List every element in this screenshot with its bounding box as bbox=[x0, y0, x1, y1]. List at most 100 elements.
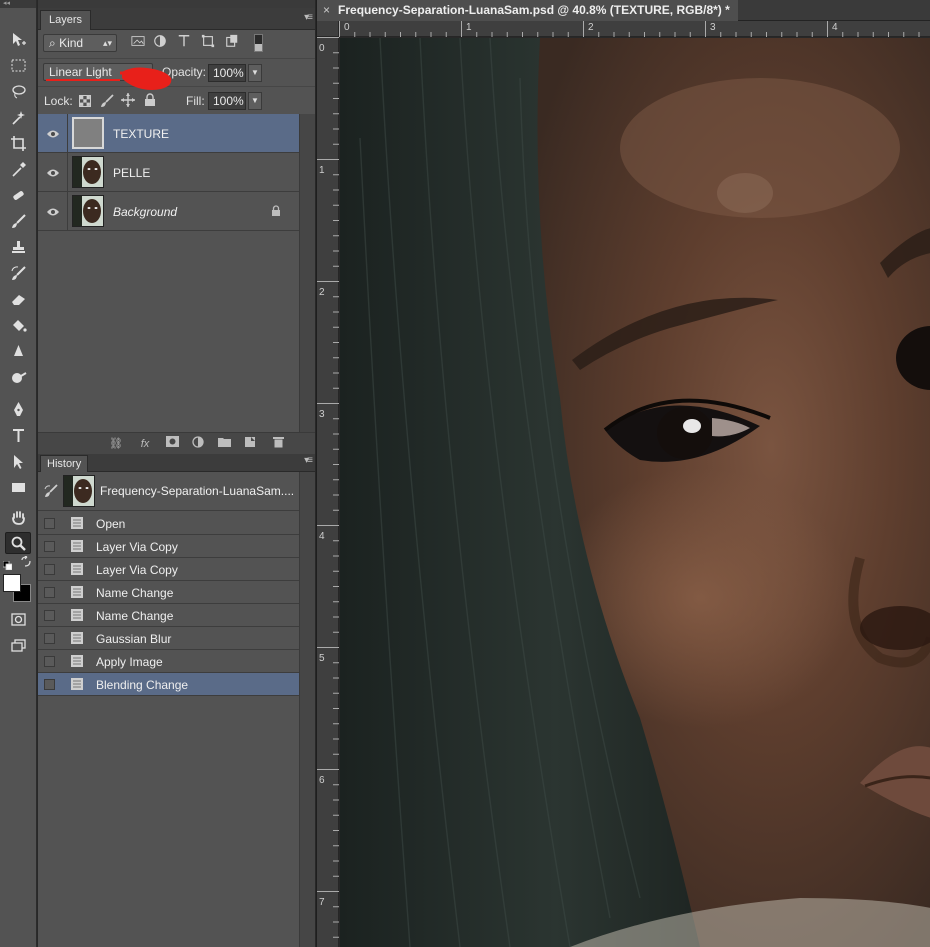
shape-tool-icon[interactable] bbox=[5, 476, 31, 498]
smart-object-filter-icon[interactable] bbox=[224, 34, 240, 50]
history-item-label: Open bbox=[96, 517, 126, 531]
history-brush-source-icon[interactable] bbox=[44, 484, 58, 501]
ruler-corner[interactable] bbox=[317, 21, 339, 37]
history-item[interactable]: Apply Image bbox=[38, 650, 299, 673]
link-layers-icon[interactable]: ⛓ bbox=[108, 436, 124, 452]
chevron-updown-icon: ▴▾ bbox=[102, 38, 112, 48]
quick-mask-icon[interactable] bbox=[5, 608, 31, 630]
clone-stamp-tool-icon[interactable] bbox=[5, 236, 31, 258]
close-icon[interactable]: × bbox=[323, 3, 330, 17]
ruler-label: 1 bbox=[319, 165, 325, 176]
vertical-ruler[interactable]: 0 1 2 3 4 5 6 7 bbox=[317, 37, 339, 947]
document-state-icon bbox=[70, 631, 84, 648]
trash-icon[interactable] bbox=[270, 436, 286, 452]
history-source-checkbox[interactable] bbox=[44, 564, 55, 575]
layer-thumbnail bbox=[72, 156, 104, 188]
document-tab[interactable]: × Frequency-Separation-LuanaSam.psd @ 40.… bbox=[317, 0, 738, 21]
screen-mode-icon[interactable] bbox=[5, 634, 31, 656]
eye-icon[interactable] bbox=[38, 153, 68, 192]
panel-dock-bar[interactable] bbox=[38, 0, 315, 8]
default-colors-icon[interactable] bbox=[2, 559, 13, 571]
swap-colors-icon[interactable] bbox=[20, 555, 32, 568]
eraser-tool-icon[interactable] bbox=[5, 288, 31, 310]
history-item[interactable]: Name Change bbox=[38, 604, 299, 627]
quick-select-tool-icon[interactable] bbox=[5, 106, 31, 128]
new-group-icon[interactable] bbox=[216, 436, 232, 452]
history-source-checkbox[interactable] bbox=[44, 679, 55, 690]
history-source-checkbox[interactable] bbox=[44, 610, 55, 621]
panel-menu-icon[interactable]: ▾≡ bbox=[304, 455, 313, 466]
history-scrollbar[interactable] bbox=[299, 472, 315, 947]
lock-transparent-icon[interactable] bbox=[79, 95, 91, 107]
opacity-input[interactable]: 100% bbox=[208, 64, 246, 82]
layer-name: Background bbox=[113, 205, 178, 219]
tab-history[interactable]: History bbox=[40, 455, 89, 472]
history-item[interactable]: Open bbox=[38, 512, 299, 535]
brush-tool-icon[interactable] bbox=[5, 210, 31, 232]
layer-row-texture[interactable]: TEXTURE bbox=[38, 114, 299, 153]
horizontal-ruler[interactable]: 0 1 2 3 4 bbox=[339, 21, 930, 37]
pen-tool-icon[interactable] bbox=[5, 398, 31, 420]
layers-scrollbar[interactable] bbox=[299, 114, 315, 432]
hand-tool-icon[interactable] bbox=[5, 506, 31, 528]
lock-position-icon[interactable] bbox=[121, 93, 135, 107]
type-filter-icon[interactable] bbox=[176, 34, 192, 50]
eye-icon[interactable] bbox=[38, 114, 68, 153]
paint-bucket-tool-icon[interactable] bbox=[5, 314, 31, 336]
spot-heal-tool-icon[interactable] bbox=[5, 184, 31, 206]
move-tool-icon[interactable] bbox=[5, 28, 31, 50]
filter-toggle-switch[interactable] bbox=[254, 34, 263, 52]
document-state-icon bbox=[70, 654, 84, 671]
lasso-tool-icon[interactable] bbox=[5, 80, 31, 102]
ruler-label: 3 bbox=[319, 409, 325, 420]
filter-kind-dropdown[interactable]: ⌕ Kind ▴▾ bbox=[43, 34, 117, 52]
shape-filter-icon[interactable] bbox=[200, 34, 216, 50]
history-item-selected[interactable]: Blending Change bbox=[38, 673, 299, 696]
pixel-filter-icon[interactable] bbox=[130, 34, 146, 50]
lock-pixels-icon[interactable] bbox=[100, 94, 114, 108]
history-source-checkbox[interactable] bbox=[44, 587, 55, 598]
history-item[interactable]: Layer Via Copy bbox=[38, 535, 299, 558]
fill-slider-arrow[interactable]: ▼ bbox=[248, 92, 262, 110]
lock-all-icon[interactable] bbox=[144, 93, 156, 107]
history-item[interactable]: Layer Via Copy bbox=[38, 558, 299, 581]
layer-mask-icon[interactable] bbox=[164, 436, 180, 452]
document-state-icon bbox=[70, 585, 84, 602]
history-item[interactable]: Gaussian Blur bbox=[38, 627, 299, 650]
tab-layers[interactable]: Layers bbox=[40, 10, 92, 30]
toolbar-grip[interactable]: ◂◂ bbox=[0, 0, 36, 8]
fx-icon[interactable]: fx bbox=[137, 436, 153, 452]
fill-input[interactable]: 100% bbox=[208, 92, 246, 110]
crop-tool-icon[interactable] bbox=[5, 132, 31, 154]
path-select-tool-icon[interactable] bbox=[5, 450, 31, 472]
history-brush-tool-icon[interactable] bbox=[5, 262, 31, 284]
history-item-label: Name Change bbox=[96, 586, 174, 600]
image-canvas[interactable] bbox=[340, 38, 930, 947]
history-source-checkbox[interactable] bbox=[44, 633, 55, 644]
panel-menu-icon[interactable]: ▾≡ bbox=[304, 12, 313, 23]
blur-tool-icon[interactable] bbox=[5, 340, 31, 362]
adjustment-filter-icon[interactable] bbox=[152, 34, 168, 50]
dodge-tool-icon[interactable] bbox=[5, 366, 31, 388]
history-item[interactable]: Name Change bbox=[38, 581, 299, 604]
layer-row-background[interactable]: Background bbox=[38, 192, 299, 231]
layers-tab-bar: Layers ▾≡ bbox=[38, 8, 315, 30]
history-source-checkbox[interactable] bbox=[44, 541, 55, 552]
marquee-tool-icon[interactable] bbox=[5, 54, 31, 76]
new-layer-icon[interactable] bbox=[242, 436, 258, 452]
type-tool-icon[interactable] bbox=[5, 424, 31, 446]
history-snapshot[interactable]: Frequency-Separation-LuanaSam.... bbox=[38, 472, 299, 511]
zoom-tool-icon[interactable] bbox=[5, 532, 31, 554]
eyedropper-tool-icon[interactable] bbox=[5, 158, 31, 180]
opacity-slider-arrow[interactable]: ▼ bbox=[248, 64, 262, 82]
history-source-checkbox[interactable] bbox=[44, 518, 55, 529]
eye-icon[interactable] bbox=[38, 192, 68, 231]
filter-kind-label: Kind bbox=[59, 36, 84, 50]
layer-name: PELLE bbox=[113, 166, 151, 180]
adjustment-layer-icon[interactable] bbox=[190, 436, 206, 452]
foreground-color-swatch[interactable] bbox=[3, 574, 21, 592]
layer-row-pelle[interactable]: PELLE bbox=[38, 153, 299, 192]
portrait-image bbox=[340, 38, 930, 947]
history-item-label: Gaussian Blur bbox=[96, 632, 172, 646]
history-source-checkbox[interactable] bbox=[44, 656, 55, 667]
